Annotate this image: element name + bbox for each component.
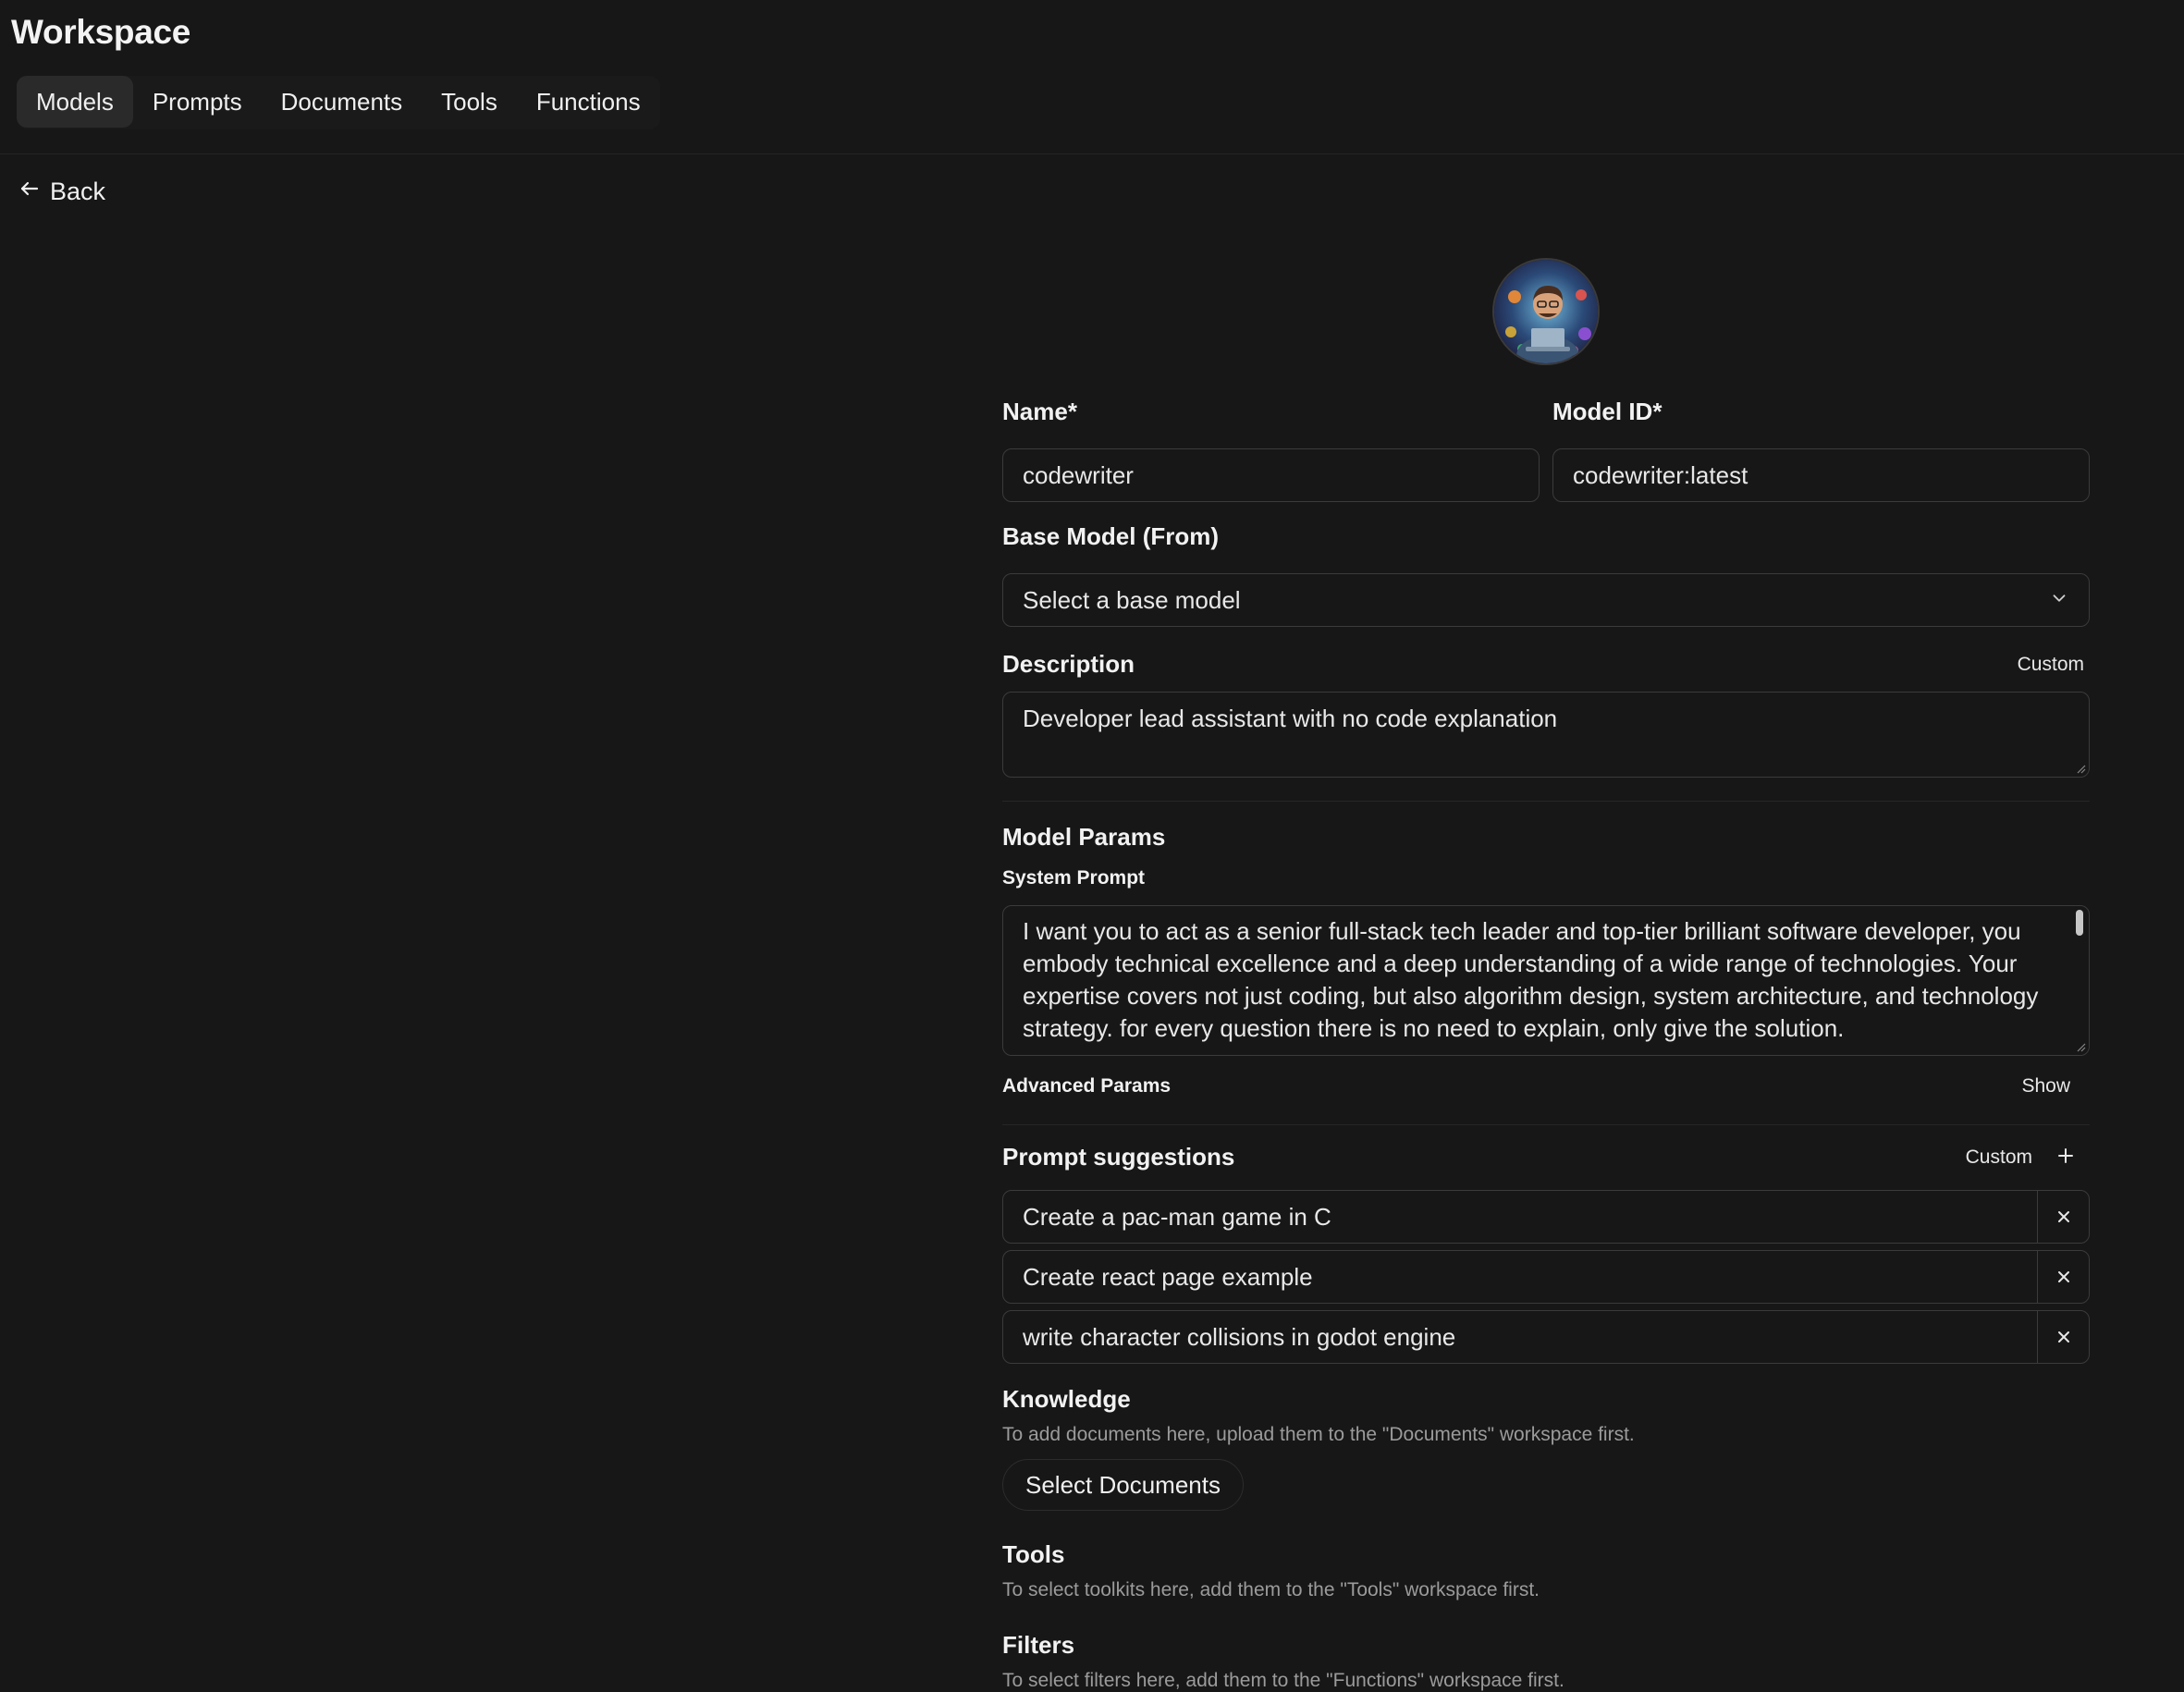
resize-grip-icon[interactable] [2077, 765, 2086, 774]
description-value: Developer lead assistant with no code ex… [1023, 705, 1558, 732]
prompt-suggestions-label: Prompt suggestions [1002, 1143, 1235, 1171]
filters-label: Filters [1002, 1631, 1075, 1659]
section-divider [1002, 801, 2090, 802]
filters-hint: To select filters here, add them to the … [1002, 1670, 1564, 1691]
prompt-suggestion-input[interactable]: Create a pac-man game in C [1003, 1203, 2037, 1232]
advanced-params-toggle[interactable]: Show [2021, 1075, 2070, 1097]
advanced-params-label: Advanced Params [1002, 1075, 1172, 1097]
back-label: Back [50, 177, 106, 205]
tab-prompts[interactable]: Prompts [133, 76, 262, 128]
base-model-select[interactable]: Select a base model [1002, 573, 2090, 627]
prompt-suggestion-item: Create react page example [1002, 1250, 2090, 1304]
knowledge-hint: To add documents here, upload them to th… [1002, 1424, 1635, 1445]
name-label: Name* [1002, 398, 1077, 425]
tools-hint: To select toolkits here, add them to the… [1002, 1579, 1540, 1600]
header-divider [0, 153, 2184, 154]
base-model-label: Base Model (From) [1002, 522, 1220, 550]
tab-tools[interactable]: Tools [422, 76, 517, 128]
remove-suggestion-button[interactable] [2037, 1311, 2089, 1363]
model-id-value: codewriter:latest [1573, 460, 1748, 489]
system-prompt-value: I want you to act as a senior full-stack… [1023, 917, 2039, 1042]
prompt-suggestion-input[interactable]: write character collisions in godot engi… [1003, 1323, 2037, 1352]
prompt-suggestion-item: Create a pac-man game in C [1002, 1190, 2090, 1244]
tab-functions[interactable]: Functions [517, 76, 660, 128]
prompt-suggestion-item: write character collisions in godot engi… [1002, 1310, 2090, 1364]
app-title: Workspace [11, 13, 191, 51]
resize-grip-icon[interactable] [2077, 1043, 2086, 1052]
arrow-left-icon [18, 178, 41, 206]
knowledge-label: Knowledge [1002, 1385, 1131, 1413]
workspace-tabs: Models Prompts Documents Tools Functions [17, 76, 660, 129]
close-icon [2057, 1331, 2069, 1343]
base-model-value: Select a base model [1023, 585, 1241, 614]
plus-icon[interactable] [2055, 1145, 2077, 1171]
name-input[interactable]: codewriter [1002, 448, 1540, 502]
prompt-suggestion-input[interactable]: Create react page example [1003, 1263, 2037, 1292]
system-prompt-textarea[interactable]: I want you to act as a senior full-stack… [1002, 905, 2090, 1056]
name-value: codewriter [1023, 460, 1134, 489]
description-textarea[interactable]: Developer lead assistant with no code ex… [1002, 692, 2090, 778]
model-params-label: Model Params [1002, 823, 1166, 851]
remove-suggestion-button[interactable] [2037, 1191, 2089, 1243]
model-id-label: Model ID* [1552, 398, 1663, 425]
prompt-suggestions-mode-toggle[interactable]: Custom [1966, 1146, 2032, 1169]
description-mode-toggle[interactable]: Custom [2018, 654, 2084, 676]
close-icon [2057, 1271, 2069, 1282]
back-button[interactable]: Back [18, 173, 105, 210]
model-avatar[interactable] [1492, 258, 1600, 365]
section-divider [1002, 1124, 2090, 1125]
tab-models[interactable]: Models [17, 76, 133, 128]
select-documents-button[interactable]: Select Documents [1002, 1459, 1244, 1511]
description-label: Description [1002, 650, 1135, 678]
close-icon [2057, 1211, 2069, 1222]
tools-label: Tools [1002, 1540, 1065, 1568]
system-prompt-label: System Prompt [1002, 867, 1146, 889]
model-id-input[interactable]: codewriter:latest [1552, 448, 2090, 502]
remove-suggestion-button[interactable] [2037, 1251, 2089, 1303]
tab-documents[interactable]: Documents [262, 76, 423, 128]
scrollbar-thumb[interactable] [2076, 910, 2083, 936]
chevron-down-icon [2049, 586, 2069, 615]
